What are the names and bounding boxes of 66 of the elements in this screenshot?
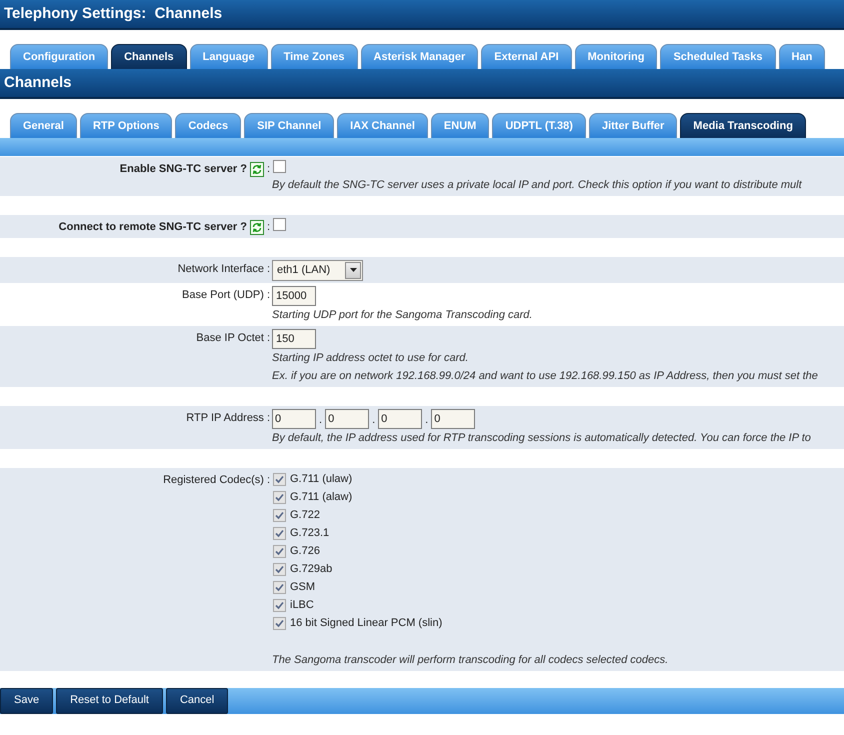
codec-label: G.726 xyxy=(290,544,320,560)
help-text: By default the SNG-TC server uses a private local IP and port. Check this option if you want to distribute mult xyxy=(272,178,802,193)
field-label: Connect to remote SNG-TC server ? xyxy=(58,220,247,235)
input-field[interactable]: 0 xyxy=(378,408,422,428)
help-text: By default, the IP address used for RTP transcoding sessions is automatically detected. You can force the IP to xyxy=(272,430,811,446)
section-title: Channels xyxy=(4,72,72,93)
checkbox[interactable] xyxy=(273,160,286,173)
tab[interactable]: Codecs xyxy=(175,113,242,138)
input-field[interactable]: 0 xyxy=(272,408,316,428)
input-field[interactable]: 0 xyxy=(325,408,370,428)
dot-separator: . xyxy=(318,413,324,428)
tab[interactable]: Han xyxy=(778,44,826,69)
field-label: Network Interface xyxy=(178,262,264,276)
help-text: The Sangoma transcoder will perform transcoding for all codecs selected codecs. xyxy=(272,652,668,668)
tab[interactable]: Media Transcoding xyxy=(680,113,806,138)
form-button[interactable]: Save xyxy=(0,688,54,714)
tab[interactable]: Language xyxy=(190,44,268,69)
codec-label: 16 bit Signed Linear PCM (slin) xyxy=(290,616,442,632)
tab[interactable]: Channels xyxy=(111,44,187,69)
input-field[interactable]: 0 xyxy=(431,408,476,428)
field-label: Registered Codec(s) xyxy=(163,472,264,488)
colon: : xyxy=(266,288,270,302)
form-button[interactable]: Cancel xyxy=(166,688,228,714)
refresh-icon[interactable] xyxy=(250,220,264,235)
tab[interactable]: UDPTL (T.38) xyxy=(492,113,586,138)
help-text: Ex. if you are on network 192.168.99.0/24 and want to use 192.168.99.150 as IP Address, then you must set the xyxy=(272,368,818,384)
page-title: Telephony Settings: Channels xyxy=(4,4,222,24)
colon: : xyxy=(266,220,270,235)
tab[interactable]: Monitoring xyxy=(574,44,658,69)
field-label: RTP IP Address xyxy=(186,410,264,426)
tab[interactable]: Configuration xyxy=(10,44,108,69)
field-label: Enable SNG-TC server ? xyxy=(120,162,247,177)
tab[interactable]: SIP Channel xyxy=(244,113,334,138)
network-interface-select[interactable]: eth1 (LAN) xyxy=(272,260,363,280)
codec-label: G.723.1 xyxy=(290,526,330,542)
codec-label: G.722 xyxy=(290,508,320,524)
codec-label: iLBC xyxy=(290,598,314,614)
colon: : xyxy=(266,330,270,346)
tab[interactable]: IAX Channel xyxy=(337,113,428,138)
tab[interactable]: Time Zones xyxy=(270,44,358,69)
field-label: Base Port (UDP) xyxy=(182,288,264,302)
colon: : xyxy=(266,162,270,177)
input-field[interactable]: 15000 xyxy=(272,286,316,306)
codec-label: G.711 (ulaw) xyxy=(290,472,352,488)
tab[interactable]: General xyxy=(10,113,77,138)
codec-label: G.729ab xyxy=(290,562,332,578)
tab[interactable]: RTP Options xyxy=(80,113,172,138)
form-button[interactable]: Reset to Default xyxy=(56,688,163,714)
colon: : xyxy=(266,262,270,276)
input-field[interactable]: 150 xyxy=(272,328,316,348)
help-text: Starting IP address octet to use for card. xyxy=(272,350,470,366)
tab[interactable]: External API xyxy=(481,44,572,69)
dot-separator: . xyxy=(424,413,430,428)
help-text: Starting UDP port for the Sangoma Transcoding card. xyxy=(272,308,532,322)
codec-label: G.711 (alaw) xyxy=(290,490,352,506)
field-label: Base IP Octet xyxy=(196,330,264,346)
tab[interactable]: Asterisk Manager xyxy=(360,44,478,69)
colon: : xyxy=(266,410,270,426)
tab[interactable]: ENUM xyxy=(430,113,490,138)
codec-label: GSM xyxy=(290,580,316,596)
tab[interactable]: Scheduled Tasks xyxy=(660,44,776,69)
tab[interactable]: Jitter Buffer xyxy=(588,113,678,138)
dot-separator: . xyxy=(371,413,376,428)
colon: : xyxy=(266,472,270,488)
refresh-icon[interactable] xyxy=(250,162,264,177)
checkbox[interactable] xyxy=(273,218,286,231)
